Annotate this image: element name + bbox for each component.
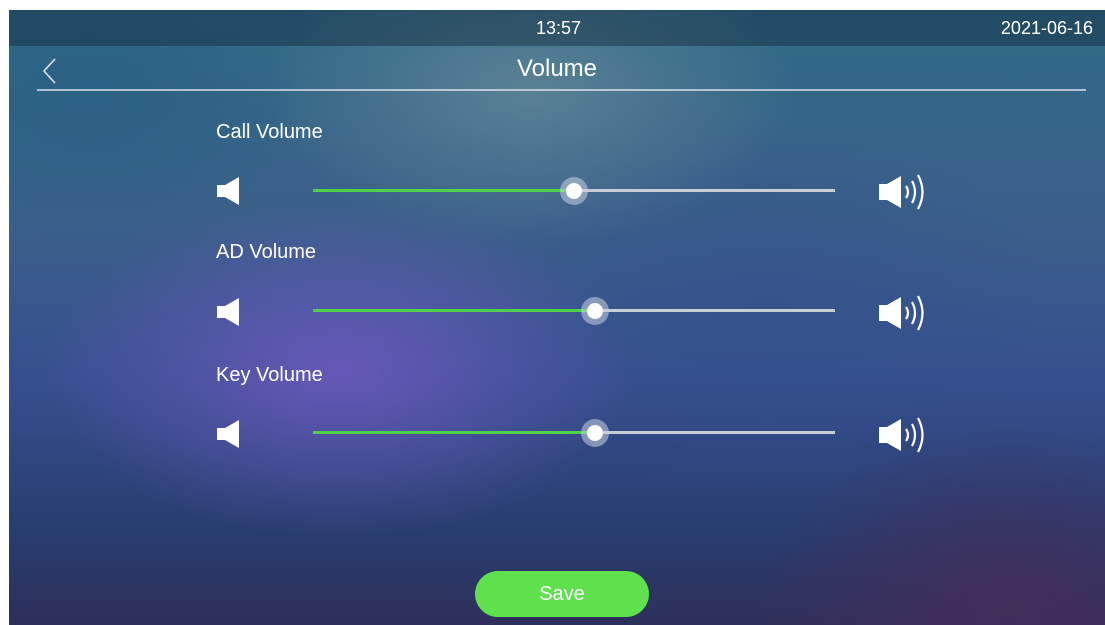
speaker-high-icon bbox=[879, 295, 924, 331]
status-bar: 13:57 2021-06-16 bbox=[9, 10, 1105, 46]
ad-volume-label: AD Volume bbox=[216, 241, 317, 263]
speaker-high-icon bbox=[879, 417, 924, 453]
slider-fill bbox=[313, 309, 595, 312]
status-date: 2021-06-16 bbox=[1000, 18, 1093, 38]
slider-fill bbox=[313, 189, 574, 192]
page-title: Volume bbox=[516, 55, 598, 82]
slider-knob[interactable] bbox=[586, 425, 603, 441]
speaker-low-icon bbox=[217, 298, 239, 326]
volume-screen: 13:57 2021-06-16 Volume Call Volume AD V… bbox=[9, 10, 1105, 625]
speaker-high-icon bbox=[879, 174, 924, 210]
key-volume-slider[interactable] bbox=[313, 418, 835, 448]
speaker-low-icon bbox=[217, 420, 239, 448]
slider-knob[interactable] bbox=[566, 183, 582, 199]
key-volume-label: Key Volume bbox=[216, 364, 323, 386]
call-volume-label: Call Volume bbox=[216, 121, 323, 143]
speaker-low-icon bbox=[217, 177, 239, 205]
slider-knob[interactable] bbox=[586, 303, 603, 319]
slider-fill bbox=[313, 431, 595, 434]
status-time: 13:57 bbox=[536, 18, 582, 38]
ad-volume-slider[interactable] bbox=[313, 296, 835, 326]
save-button[interactable]: Save bbox=[475, 571, 649, 617]
title-divider bbox=[37, 89, 1086, 91]
call-volume-slider[interactable] bbox=[313, 176, 835, 206]
